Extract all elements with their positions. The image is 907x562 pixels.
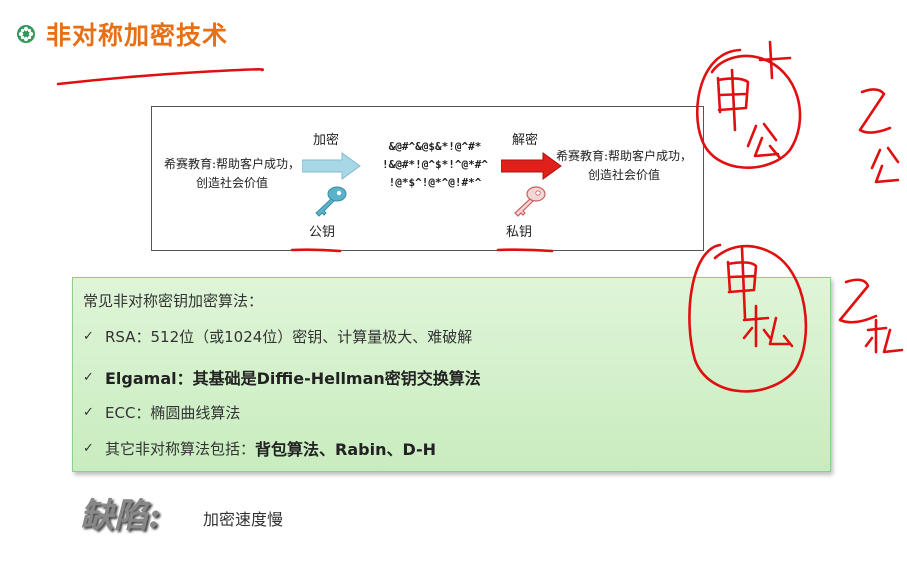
check-icon: ✓ <box>83 369 94 385</box>
check-icon: ✓ <box>83 405 94 420</box>
ciphertext-line-1: &@#^&@$&*!@^#* <box>388 140 482 153</box>
slide: 非对称加密技术 希赛教育:帮助客户成功，创造社会价值 加密 &@#^&@$&*!… <box>0 0 907 562</box>
private-key-label: 私钥 <box>506 225 533 240</box>
decrypt-label: 解密 <box>512 133 539 148</box>
algorithm-text: Elgamal：其基础是Diffie-Hellman密钥交换算法 <box>105 369 481 388</box>
plaintext-right: 希赛教育:帮助客户成功，创造社会价值 <box>555 149 693 182</box>
ciphertext-line-2: !&@#*!@^$*!^@*#^ <box>382 158 488 171</box>
algorithm-text: RSA：512位（或1024位）密钥、计算量极大、难破解 <box>105 328 473 346</box>
check-icon: ✓ <box>83 440 94 456</box>
algorithm-prefix: 其它非对称算法包括： <box>105 439 256 458</box>
page-title: 非对称加密技术 <box>46 21 229 50</box>
ink-title-underline <box>56 68 265 86</box>
encrypt-arrow-icon <box>302 152 361 180</box>
algorithm-item-rsa: ✓ RSA：512位（或1024位）密钥、计算量极大、难破解 <box>83 326 472 347</box>
encryption-diagram: 希赛教育:帮助客户成功，创造社会价值 加密 &@#^&@$&*!@^#* !&@… <box>151 106 704 251</box>
public-key-icon <box>315 186 347 217</box>
algorithm-text: ECC：椭圆曲线算法 <box>105 404 241 422</box>
slide-title-row: 非对称加密技术 <box>16 18 228 50</box>
defect-label: 缺陷: <box>80 496 161 536</box>
ciphertext: &@#^&@$&*!@^#* !&@#*!@^$*!^@*#^ !@*$^!@*… <box>365 138 505 192</box>
check-icon: ✓ <box>83 329 94 344</box>
algorithm-item-elgamal: ✓ Elgamal：其基础是Diffie-Hellman密钥交换算法 <box>83 365 481 389</box>
algorithms-box: 常见非对称密钥加密算法： ✓ RSA：512位（或1024位）密钥、计算量极大、… <box>72 277 831 472</box>
algorithm-item-ecc: ✓ ECC：椭圆曲线算法 <box>83 402 240 423</box>
flower-bullet-icon <box>17 25 35 43</box>
ink-upper-right-text <box>858 88 892 134</box>
plaintext-left: 希赛教育:帮助客户成功，创造社会价值 <box>163 157 301 190</box>
private-key-icon <box>514 186 546 217</box>
algorithms-heading: 常见非对称密钥加密算法： <box>83 292 264 310</box>
algorithm-item-others: ✓ 其它非对称算法包括： 背包算法、Rabin、D-H <box>83 436 436 460</box>
ink-lower-right-text <box>838 278 878 324</box>
algorithm-bold-part: 背包算法、Rabin、D-H <box>255 440 437 459</box>
public-key-label: 公钥 <box>309 225 336 240</box>
ink-upper-circle <box>695 48 802 169</box>
defect-text: 加密速度慢 <box>203 510 284 529</box>
ciphertext-line-3: !@*$^!@*^@!#*^ <box>388 176 482 189</box>
encrypt-label: 加密 <box>313 133 340 148</box>
